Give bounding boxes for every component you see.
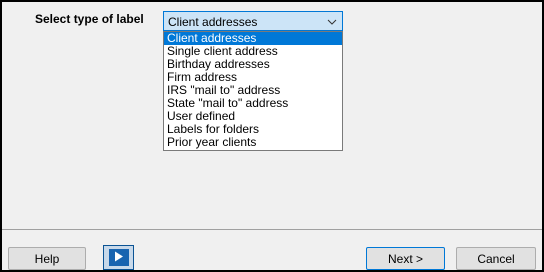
help-button[interactable]: Help (8, 247, 86, 270)
label-type-dropdown[interactable]: Client addresses (163, 11, 343, 31)
dialog-window: Select type of label Client addresses Cl… (0, 0, 544, 272)
option-prior-year-clients[interactable]: Prior year clients (164, 136, 342, 149)
play-icon-background (108, 249, 129, 266)
label-type-prompt: Select type of label (35, 12, 144, 26)
chevron-down-icon (327, 16, 337, 30)
label-type-options-list: Client addresses Single client address B… (163, 31, 343, 151)
play-icon (114, 251, 124, 265)
next-button[interactable]: Next > (366, 247, 445, 270)
label-type-selected-value: Client addresses (168, 15, 258, 29)
play-button[interactable] (103, 245, 134, 270)
footer-divider (2, 229, 542, 230)
cancel-button[interactable]: Cancel (456, 247, 536, 270)
